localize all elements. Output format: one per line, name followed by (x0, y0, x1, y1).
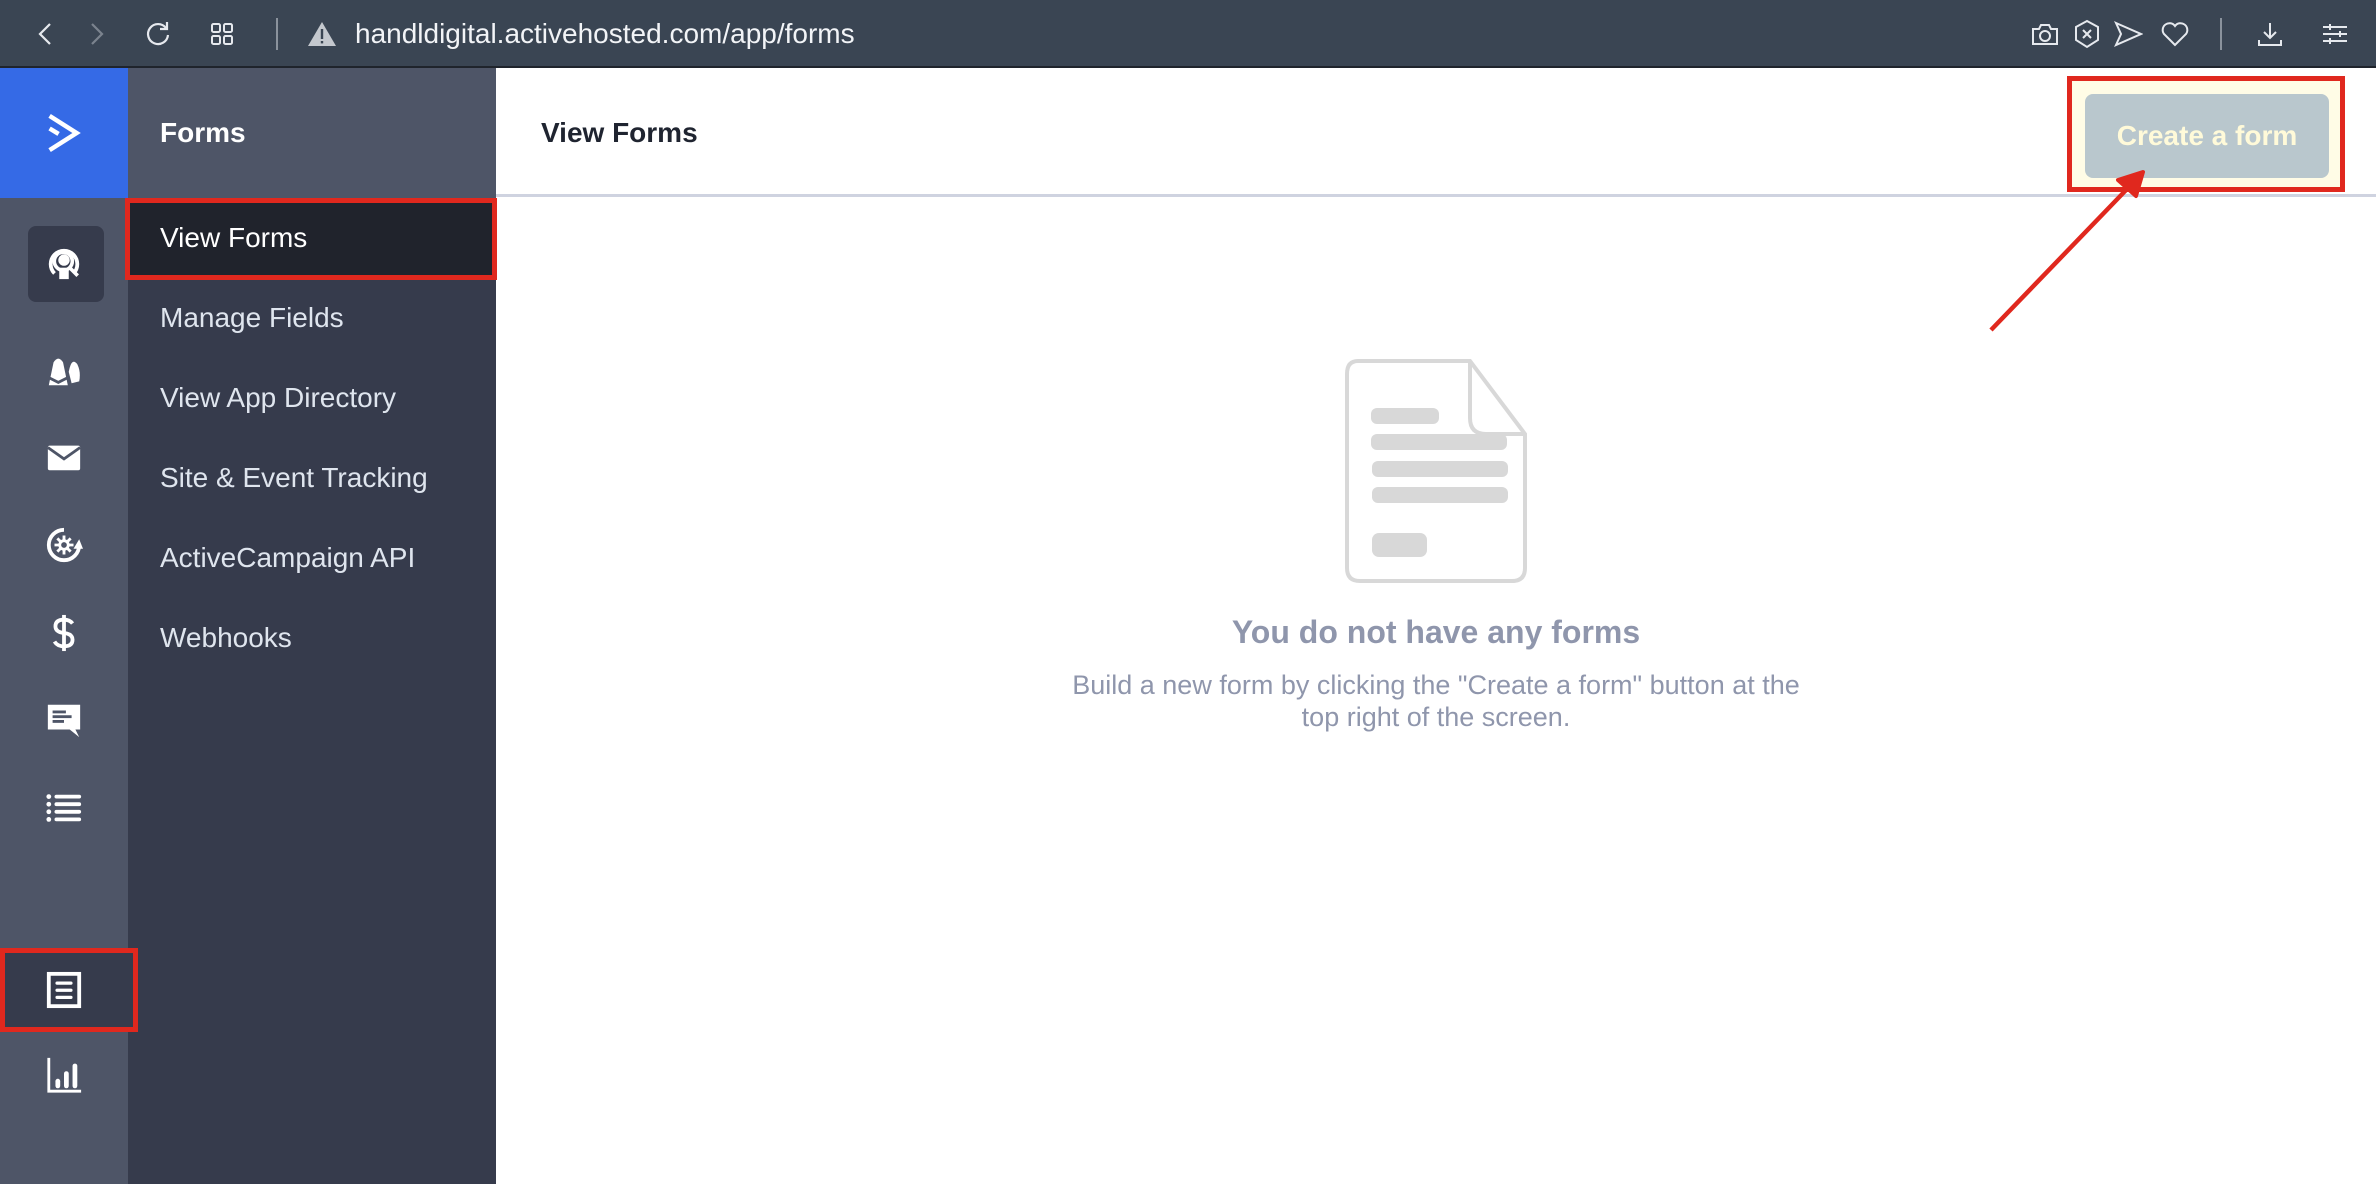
rail-item-reports[interactable] (0, 1033, 128, 1117)
submenu-item-site-event-tracking[interactable]: Site & Event Tracking (128, 438, 496, 518)
lists-icon (46, 794, 82, 822)
campaigns-icon (48, 358, 80, 386)
page-header: View Forms Create a form (496, 68, 2376, 197)
rail-item-email[interactable] (0, 415, 128, 499)
rail-item-deals[interactable] (0, 591, 128, 675)
rail-item-forms[interactable] (0, 948, 128, 1032)
toolbar-divider (2220, 18, 2222, 50)
rail-item-campaigns[interactable] (0, 328, 128, 412)
rail-item-conversations[interactable] (0, 678, 128, 762)
rail-item-automations[interactable] (0, 503, 128, 587)
shield-x-icon[interactable] (2067, 14, 2107, 54)
warning-icon[interactable] (307, 20, 337, 48)
submenu-item-manage-fields[interactable]: Manage Fields (128, 278, 496, 358)
forward-icon[interactable] (76, 14, 116, 54)
deals-icon (52, 614, 75, 652)
activecampaign-logo[interactable] (0, 68, 128, 198)
submenu-item-activecampaign-api[interactable]: ActiveCampaign API (128, 518, 496, 598)
submenu-title: Forms (128, 68, 496, 198)
contacts-icon (48, 248, 80, 280)
rail-item-contacts[interactable] (0, 220, 128, 304)
camera-icon[interactable] (2025, 14, 2065, 54)
empty-form-document-icon (1345, 359, 1527, 583)
main-content: View Forms Create a form You do not have… (496, 68, 2376, 1184)
automations-icon (46, 527, 83, 563)
reports-icon (47, 1057, 82, 1093)
submenu-item-webhooks[interactable]: Webhooks (128, 598, 496, 678)
forms-icon (46, 971, 82, 1009)
page-title: View Forms (541, 117, 698, 148)
address-bar[interactable]: handldigital.activehosted.com/app/forms (355, 14, 855, 54)
logo-chevron-icon (48, 113, 81, 153)
heart-icon[interactable] (2155, 14, 2195, 54)
settings-sliders-icon[interactable] (2315, 14, 2355, 54)
download-icon[interactable] (2250, 14, 2290, 54)
reload-icon[interactable] (138, 14, 178, 54)
back-icon[interactable] (26, 14, 66, 54)
empty-state-description: Build a new form by clicking the "Create… (1072, 670, 1800, 732)
empty-state: You do not have any forms Build a new fo… (496, 358, 2376, 733)
browser-toolbar: handldigital.activehosted.com/app/forms (0, 0, 2376, 68)
submenu-item-view-forms[interactable]: View Forms (128, 198, 496, 278)
create-form-button[interactable]: Create a form (2085, 94, 2329, 178)
email-icon (47, 445, 81, 471)
send-icon[interactable] (2108, 14, 2148, 54)
tabs-grid-icon[interactable] (202, 14, 242, 54)
rail-item-lists[interactable] (0, 766, 128, 850)
conversations-icon (47, 704, 81, 738)
icon-rail (0, 68, 128, 1184)
submenu-item-view-app-directory[interactable]: View App Directory (128, 358, 496, 438)
empty-state-title: You do not have any forms (1231, 614, 1641, 650)
forms-submenu: Forms View Forms Manage Fields View App … (128, 68, 496, 1184)
toolbar-divider (276, 18, 278, 50)
